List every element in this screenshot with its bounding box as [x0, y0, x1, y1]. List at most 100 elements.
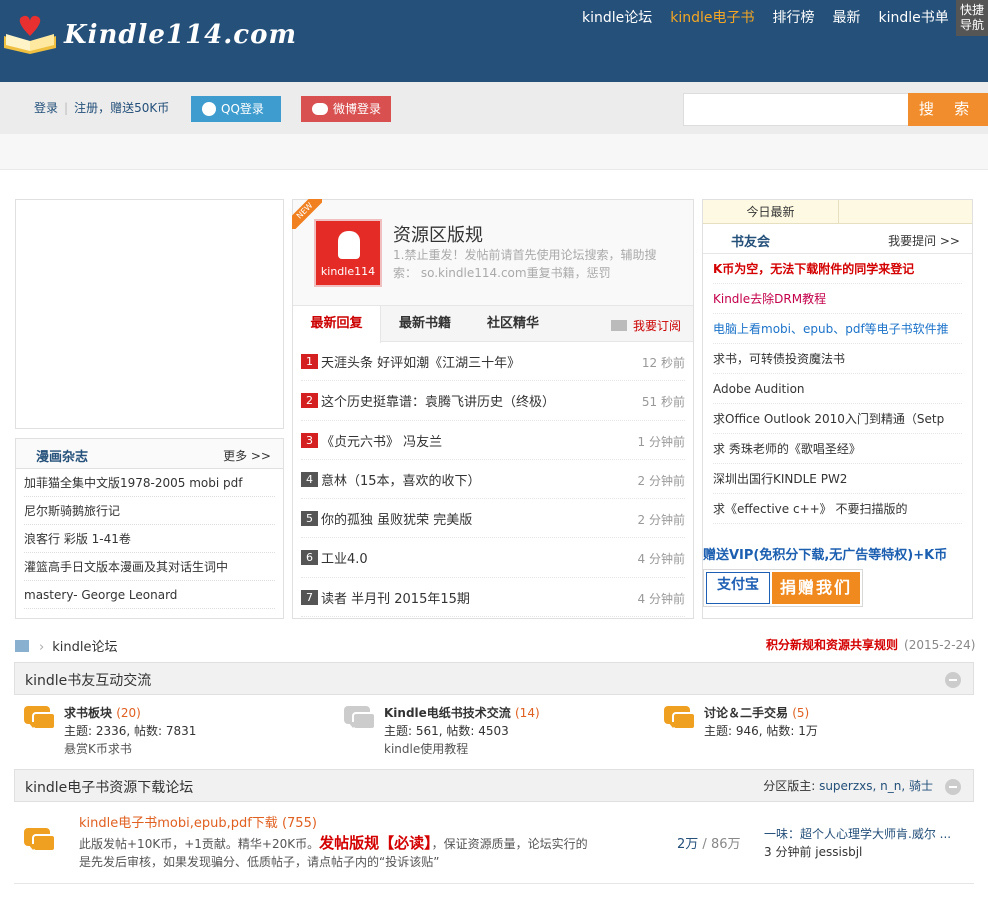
- list-item[interactable]: 求 秀珠老师的《歌唱圣经》: [713, 434, 962, 464]
- manhua-title[interactable]: 漫画杂志: [36, 446, 88, 465]
- thread-title[interactable]: 天涯头条 好评如潮《江湖三十年》: [321, 352, 520, 371]
- forum-stats: 主题: 2336, 帖数: 7831: [64, 724, 197, 738]
- list-item[interactable]: 深圳出国行KINDLE PW2: [713, 464, 962, 494]
- list-item[interactable]: 尼尔斯骑鹅旅行记: [24, 497, 275, 525]
- list-item[interactable]: 2 这个历史挺靠谱：袁腾飞讲历史（终极） 51 秒前: [301, 381, 685, 421]
- kindle114-reader-icon[interactable]: kindle114: [314, 219, 382, 287]
- site-header: Kindle114.com kindle论坛 kindle电子书 排行榜 最新 …: [0, 0, 988, 82]
- moderator-links[interactable]: superzxs, n_n, 骑士: [819, 779, 933, 793]
- list-item[interactable]: 灌篮高手日文版本漫画及其对话生词中: [24, 553, 275, 581]
- main-nav: kindle论坛 kindle电子书 排行榜 最新 kindle书单: [582, 0, 967, 36]
- quick-nav-button[interactable]: 快捷 导航: [956, 0, 988, 36]
- tab-community-picks[interactable]: 社区精华: [469, 306, 557, 342]
- search-button[interactable]: 搜 索: [908, 93, 988, 126]
- rules-link[interactable]: 积分新规和资源共享规则: [766, 638, 898, 652]
- logo-text: Kindle114.com: [64, 20, 297, 50]
- ad-slot: [15, 199, 284, 429]
- list-item[interactable]: 7 读者 半月刊 2015年15期 4 分钟前: [301, 578, 685, 618]
- subscribe-link[interactable]: 我要订阅: [610, 317, 681, 334]
- weibo-login-button[interactable]: 微博登录: [301, 96, 391, 122]
- book-club-title[interactable]: 书友会: [731, 231, 770, 250]
- collapse-icon[interactable]: [945, 779, 961, 795]
- nav-item-forum[interactable]: kindle论坛: [582, 0, 652, 36]
- forum-rules-link[interactable]: 发帖版规【必读】: [319, 834, 432, 852]
- rank-badge: 7: [301, 589, 318, 605]
- section-moderators: 分区版主: superzxs, n_n, 骑士: [763, 779, 933, 793]
- quick-nav-line1: 快捷: [959, 3, 984, 17]
- list-item[interactable]: K币为空，无法下载附件的同学来登记: [713, 254, 962, 284]
- latest-replies-list: 1 天涯头条 好评如潮《江湖三十年》 12 秒前 2 这个历史挺靠谱：袁腾飞讲历史（终…: [293, 342, 693, 618]
- envelope-icon: [610, 320, 627, 331]
- list-item[interactable]: 1 天涯头条 好评如潮《江湖三十年》 12 秒前: [301, 342, 685, 382]
- weibo-login-label: 微博登录: [333, 102, 382, 116]
- home-icon[interactable]: [15, 640, 29, 652]
- list-item[interactable]: Adobe Audition: [713, 374, 962, 404]
- forum-name[interactable]: Kindle电纸书技术交流 (14): [384, 704, 540, 721]
- forum-desc[interactable]: kindle使用教程: [384, 740, 468, 757]
- nav-item-ebooks[interactable]: kindle电子书: [670, 0, 754, 36]
- list-item[interactable]: 加菲猫全集中文版1978-2005 mobi pdf: [24, 469, 275, 497]
- donate-label: 捐赠我们: [772, 572, 860, 604]
- tab-today-latest[interactable]: 今日最新: [703, 200, 839, 224]
- resource-rules-title[interactable]: 资源区版规: [393, 221, 483, 247]
- login-link[interactable]: 登录: [34, 101, 58, 115]
- list-item[interactable]: 浪客行 彩版 1-41卷: [24, 525, 275, 553]
- qq-login-button[interactable]: QQ登录: [191, 96, 281, 122]
- resource-tabs: 最新回复 最新书籍 社区精华 我要订阅: [293, 306, 693, 343]
- list-item[interactable]: 4 意林（15本，喜欢的收下） 2 分钟前: [301, 460, 685, 500]
- section-title[interactable]: kindle电子书资源下载论坛: [25, 777, 193, 797]
- rules-date: (2015-2-24): [904, 638, 976, 652]
- manhua-more-link[interactable]: 更多 >>: [223, 447, 271, 464]
- last-post-link[interactable]: 一味：超个人心理学大师肯.威尔 ...: [764, 825, 964, 842]
- thread-time: 2 分钟前: [637, 473, 685, 488]
- thread-title[interactable]: 工业4.0: [321, 548, 368, 567]
- list-item[interactable]: 6 工业4.0 4 分钟前: [301, 538, 685, 578]
- forum-name[interactable]: 求书板块 (20): [64, 704, 141, 721]
- list-item[interactable]: 电脑上看mobi、epub、pdf等电子书软件推: [713, 314, 962, 344]
- thread-title[interactable]: 《贞元六书》 冯友兰: [321, 431, 442, 450]
- book-club-list: K币为空，无法下载附件的同学来登记 Kindle去除DRM教程 电脑上看mobi…: [703, 254, 972, 524]
- nav-item-ranking[interactable]: 排行榜: [773, 0, 815, 36]
- breadcrumb: › kindle论坛: [15, 636, 117, 655]
- forum-desc[interactable]: 悬赏K币求书: [64, 740, 132, 757]
- sub-bar: [0, 134, 988, 170]
- rank-badge: 3: [301, 432, 318, 448]
- weibo-icon: [312, 103, 328, 115]
- thread-title[interactable]: 你的孤独 虽败犹荣 完美版: [321, 509, 472, 528]
- ask-question-link[interactable]: 我要提问 >>: [888, 232, 960, 249]
- forum-chat-icon: [24, 828, 56, 854]
- list-item[interactable]: Kindle去除DRM教程: [713, 284, 962, 314]
- tab-latest-replies[interactable]: 最新回复: [293, 306, 381, 343]
- forum-desc: 此版发帖+10K币，+1贡献。精华+20K币。发帖版规【必读】，保证资源质量，论…: [79, 834, 588, 869]
- resource-panel: NEW kindle114 资源区版规 1.禁止重发！发帖前请首先使用论坛搜索，…: [292, 199, 694, 619]
- nav-item-latest[interactable]: 最新: [833, 0, 861, 36]
- section-title[interactable]: kindle书友互动交流: [25, 670, 151, 690]
- nav-item-booklist[interactable]: kindle书单: [879, 0, 949, 36]
- list-item[interactable]: 求《effective c++》 不要扫描版的: [713, 494, 962, 524]
- forum-name[interactable]: kindle电子书mobi,epub,pdf下载 (755): [79, 812, 317, 831]
- register-link[interactable]: 注册，赠送50K币: [74, 101, 169, 115]
- list-item[interactable]: mastery- George Leonard: [24, 581, 275, 609]
- subscribe-label: 我要订阅: [632, 319, 681, 333]
- book-club-header: 书友会 我要提问 >>: [703, 224, 972, 254]
- tab-latest-books[interactable]: 最新书籍: [381, 306, 469, 342]
- site-logo[interactable]: Kindle114.com: [0, 8, 296, 58]
- quick-nav-line2: 导航: [959, 18, 984, 32]
- section-header-interaction: kindle书友互动交流: [14, 662, 974, 695]
- thread-title[interactable]: 意林（15本，喜欢的收下）: [321, 470, 481, 489]
- thread-title[interactable]: 这个历史挺靠谱：袁腾飞讲历史（终极）: [321, 391, 555, 410]
- list-item[interactable]: 5 你的孤独 虽败犹荣 完美版 2 分钟前: [301, 499, 685, 539]
- thread-title[interactable]: 读者 半月刊 2015年15期: [321, 588, 470, 607]
- last-post-time: 3 分钟前 jessisbjl: [764, 845, 863, 859]
- collapse-icon[interactable]: [945, 672, 961, 688]
- list-item[interactable]: 3 《贞元六书》 冯友兰 1 分钟前: [301, 421, 685, 460]
- forum-name[interactable]: 讨论＆二手交易 (5): [704, 704, 809, 721]
- vip-promo-link[interactable]: 赠送VIP(免积分下载,无广告等特权)+K币: [703, 544, 947, 563]
- breadcrumb-current[interactable]: kindle论坛: [52, 640, 117, 655]
- list-item[interactable]: 求Office Outlook 2010入门到精通（Setp: [713, 404, 962, 434]
- list-item[interactable]: 求书，可转债投资魔法书: [713, 344, 962, 374]
- donate-button[interactable]: 支付宝 捐赠我们: [703, 569, 863, 607]
- forum-stats: 主题: 946, 帖数: 1万: [704, 724, 818, 738]
- search-input[interactable]: [683, 93, 909, 126]
- resource-rules-banner: NEW kindle114 资源区版规 1.禁止重发！发帖前请首先使用论坛搜索，…: [292, 199, 693, 306]
